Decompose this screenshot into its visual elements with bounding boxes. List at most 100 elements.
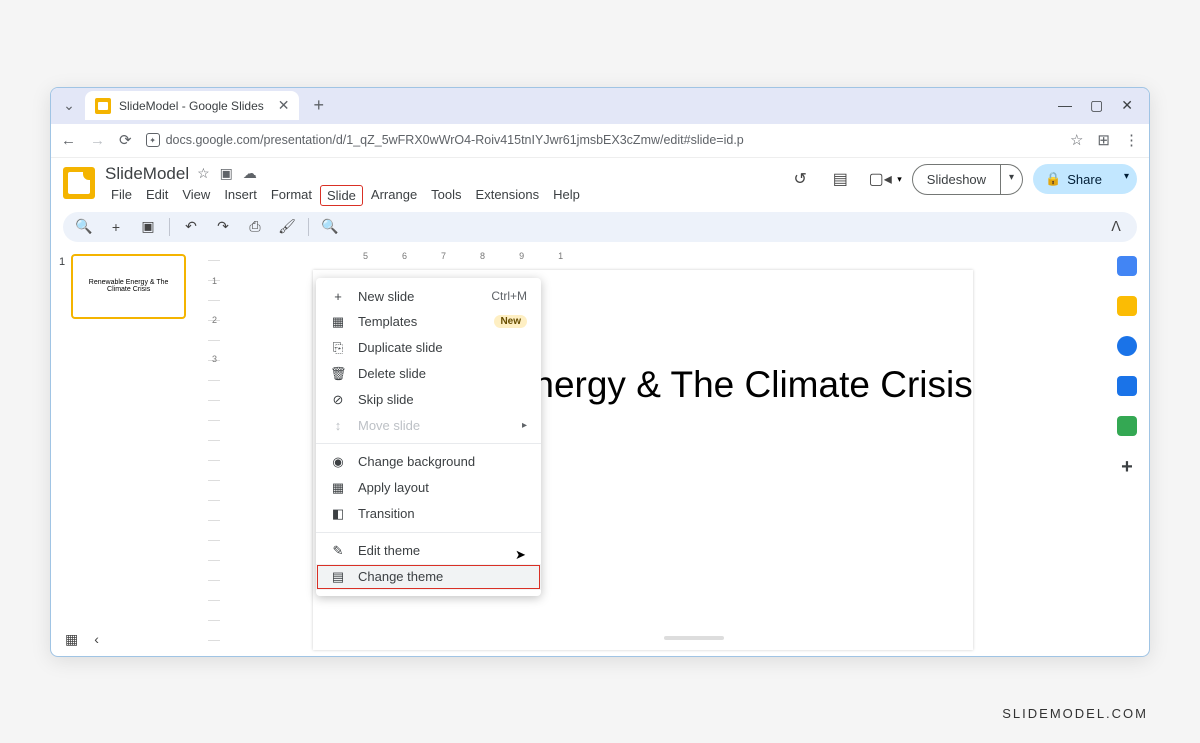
print-icon[interactable]: ⎙ (244, 216, 266, 238)
submenu-arrow-icon: ▸ (522, 420, 527, 431)
meet-dropdown-icon[interactable]: ▾ (897, 174, 902, 185)
keep-icon[interactable] (1117, 296, 1137, 316)
slides-logo-icon[interactable] (63, 167, 95, 199)
maps-icon[interactable] (1117, 416, 1137, 436)
slide-menu-dropdown: + New slide Ctrl+M ▦ Templates New ⎘ Dup… (316, 278, 541, 596)
menu-tools[interactable]: Tools (425, 185, 467, 206)
drop-icon: ◉ (330, 454, 346, 470)
share-dropdown[interactable]: ▾ (1116, 164, 1137, 194)
move-icon[interactable]: ▣ (220, 165, 233, 182)
menu-edit[interactable]: Edit (140, 185, 174, 206)
thumb-number: 1 (59, 254, 65, 319)
app-header: SlideModel ☆ ▣ ☁ File Edit View Insert F… (51, 158, 1149, 206)
menu-bar: File Edit View Insert Format Slide Arran… (105, 185, 586, 206)
plus-icon: + (330, 289, 346, 304)
url-box[interactable]: ✦ docs.google.com/presentation/d/1_qZ_5w… (146, 133, 1056, 147)
menu-change-theme[interactable]: ▤ Change theme (316, 564, 541, 590)
menu-apply-layout[interactable]: ▦ Apply layout (316, 475, 541, 501)
forward-button: → (90, 132, 105, 149)
slide-thumbnail[interactable]: Renewable Energy & The Climate Crisis (71, 254, 186, 319)
star-icon[interactable]: ☆ (197, 165, 210, 182)
prev-slide-icon[interactable]: ‹ (94, 631, 99, 648)
comments-icon[interactable]: ▤ (825, 164, 855, 194)
side-panel: + (1105, 248, 1149, 654)
tasks-icon[interactable] (1117, 336, 1137, 356)
layout-grid-icon: ▦ (330, 480, 346, 496)
tab-search-icon[interactable]: ⌄ (59, 96, 79, 116)
cloud-status-icon[interactable]: ☁ (243, 165, 257, 182)
extensions-icon[interactable]: ⊞ (1097, 131, 1110, 149)
slideshow-button[interactable]: Slideshow (912, 164, 1001, 195)
slide-filmstrip: 1 Renewable Energy & The Climate Crisis (51, 248, 201, 654)
menu-format[interactable]: Format (265, 185, 318, 206)
menu-templates[interactable]: ▦ Templates New (316, 309, 541, 335)
menu-help[interactable]: Help (547, 185, 586, 206)
slideshow-dropdown[interactable]: ▾ (1001, 164, 1023, 195)
menu-slide[interactable]: Slide (320, 185, 363, 206)
menu-skip-slide[interactable]: ⊘ Skip slide (316, 387, 541, 413)
menu-insert[interactable]: Insert (218, 185, 263, 206)
duplicate-icon: ⎘ (330, 340, 346, 356)
paint-format-icon[interactable]: 🖌 (276, 216, 298, 238)
browser-tab[interactable]: SlideModel - Google Slides ✕ (85, 91, 299, 120)
minimize-button[interactable]: — (1058, 97, 1072, 114)
menu-view[interactable]: View (176, 185, 216, 206)
menu-duplicate-slide[interactable]: ⎘ Duplicate slide (316, 335, 541, 361)
url-text: docs.google.com/presentation/d/1_qZ_5wFR… (166, 133, 744, 147)
tab-title: SlideModel - Google Slides (119, 99, 264, 113)
maximize-button[interactable]: ▢ (1090, 97, 1103, 114)
menu-arrange[interactable]: Arrange (365, 185, 423, 206)
new-tab-button[interactable]: + (313, 95, 324, 116)
add-on-plus-icon[interactable]: + (1121, 456, 1133, 479)
calendar-icon[interactable] (1117, 256, 1137, 276)
menu-delete-slide[interactable]: 🗑 Delete slide (316, 361, 541, 387)
contacts-icon[interactable] (1117, 376, 1137, 396)
bookmark-icon[interactable]: ☆ (1070, 131, 1083, 149)
address-bar: ← → ⟳ ✦ docs.google.com/presentation/d/1… (51, 124, 1149, 158)
templates-icon: ▦ (330, 314, 346, 330)
reload-button[interactable]: ⟳ (119, 131, 132, 149)
close-window-button[interactable]: ✕ (1121, 97, 1133, 114)
new-slide-icon[interactable]: + (105, 216, 127, 238)
menu-separator (316, 443, 541, 444)
layout-icon[interactable]: ▣ (137, 216, 159, 238)
browser-tabbar: ⌄ SlideModel - Google Slides ✕ + — ▢ ✕ (51, 88, 1149, 124)
menu-change-background[interactable]: ◉ Change background (316, 449, 541, 475)
move-slide-icon: ↕ (330, 418, 346, 433)
skip-icon: ⊘ (330, 392, 346, 408)
menu-edit-theme[interactable]: ✎ Edit theme (316, 538, 541, 564)
watermark: SLIDEMODEL.COM (1002, 706, 1148, 721)
back-button[interactable]: ← (61, 132, 76, 149)
palette-icon: ✎ (330, 543, 346, 559)
menu-new-slide[interactable]: + New slide Ctrl+M (316, 284, 541, 309)
trash-icon: 🗑 (330, 366, 346, 382)
document-title[interactable]: SlideModel (105, 164, 189, 184)
meet-icon[interactable]: ▢◂ (865, 164, 895, 194)
menu-move-slide: ↕ Move slide ▸ (316, 413, 541, 438)
menu-file[interactable]: File (105, 185, 138, 206)
transition-icon: ◧ (330, 506, 346, 522)
redo-icon[interactable]: ↷ (212, 216, 234, 238)
footer-controls: ▦ ‹ (65, 631, 99, 648)
horizontal-ruler: 5 6 7 8 9 1 (223, 248, 1105, 264)
expand-toolbar-icon[interactable]: ᐱ (1105, 216, 1127, 238)
scrollbar[interactable] (664, 636, 724, 640)
site-info-icon[interactable]: ✦ (146, 133, 160, 147)
menu-extensions[interactable]: Extensions (470, 185, 546, 206)
grid-view-icon[interactable]: ▦ (65, 631, 78, 648)
theme-icon: ▤ (330, 569, 346, 585)
zoom-icon[interactable]: 🔍 (319, 216, 341, 238)
cursor-icon: ➤ (515, 547, 526, 563)
menu-transition[interactable]: ◧ Transition (316, 501, 541, 527)
history-icon[interactable]: ↺ (785, 164, 815, 194)
toolbar: 🔍 + ▣ ↶ ↷ ⎙ 🖌 🔍 ᐱ (63, 212, 1137, 242)
menu-separator (316, 532, 541, 533)
browser-menu-icon[interactable]: ⋮ (1124, 131, 1139, 149)
share-button[interactable]: 🔒 Share (1033, 164, 1116, 194)
browser-window: ⌄ SlideModel - Google Slides ✕ + — ▢ ✕ ←… (50, 87, 1150, 657)
vertical-ruler: 1 2 3 (201, 248, 223, 654)
workspace: 1 Renewable Energy & The Climate Crisis … (51, 248, 1149, 654)
undo-icon[interactable]: ↶ (180, 216, 202, 238)
search-menus-icon[interactable]: 🔍 (73, 216, 95, 238)
close-tab-icon[interactable]: ✕ (278, 97, 290, 114)
